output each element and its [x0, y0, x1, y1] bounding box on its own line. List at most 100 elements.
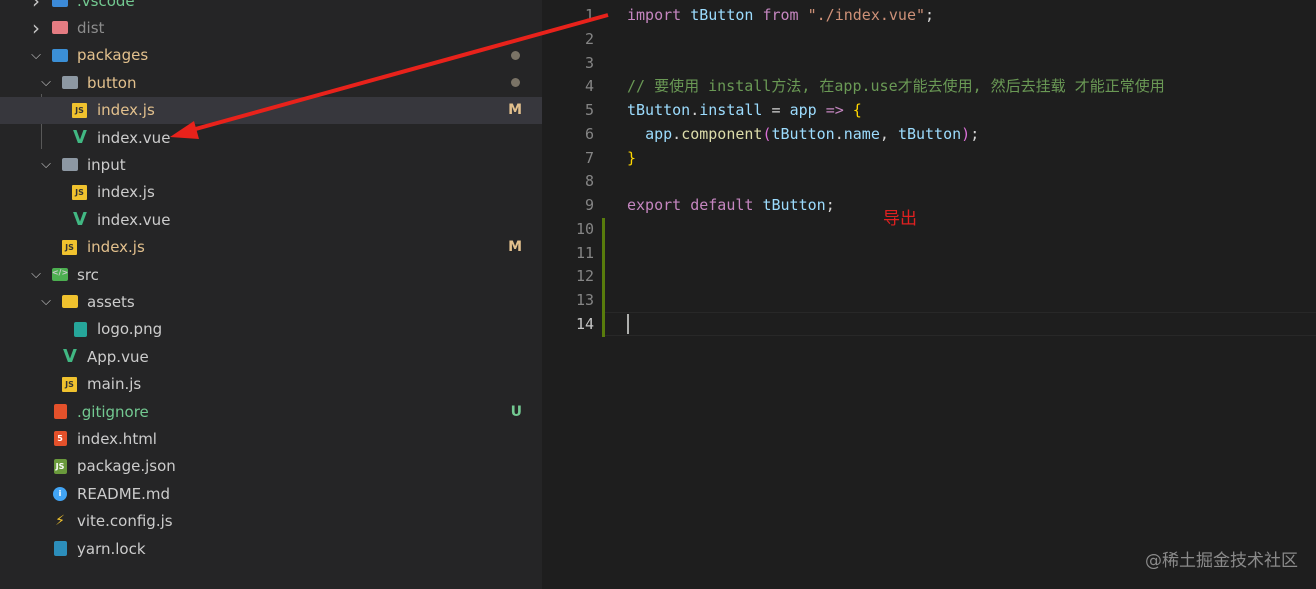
vue-file-icon: V — [63, 346, 77, 368]
explorer-item-label: package.json — [77, 457, 176, 476]
code-token: default — [690, 196, 754, 215]
line-number: 9 — [584, 196, 594, 215]
explorer-item[interactable]: JS main.js — [0, 371, 542, 398]
code-token: ) — [961, 124, 971, 143]
explorer-item-label: button — [87, 73, 137, 92]
git-status-badge: M — [508, 102, 522, 119]
vite-file-icon: ⚡ — [55, 513, 65, 530]
line-number: 3 — [584, 53, 594, 72]
js-file-icon: JS — [62, 376, 77, 392]
line-number: 1 — [584, 6, 594, 24]
code-token: => — [825, 101, 844, 120]
chevron-down-icon[interactable]: ⌵ — [39, 294, 53, 309]
folder-open-icon — [62, 75, 78, 91]
explorer-item-label: index.js — [87, 238, 145, 257]
explorer-item[interactable]: yarn.lock — [0, 535, 542, 562]
git-file-icon — [52, 404, 68, 420]
explorer-item-label: src — [77, 265, 99, 284]
explorer-item[interactable]: .gitignore U — [0, 398, 542, 425]
chevron-down-icon[interactable]: ⌵ — [29, 48, 43, 63]
explorer-item-label: packages — [77, 46, 149, 65]
vscode-folder-icon — [52, 0, 68, 9]
explorer-item[interactable]: ⌵ packages — [0, 42, 542, 69]
explorer-item[interactable]: ⚡ vite.config.js — [0, 508, 542, 535]
line-number: 2 — [584, 29, 594, 48]
code-line[interactable]: } — [627, 146, 636, 170]
chevron-down-icon[interactable]: ⌵ — [29, 267, 43, 282]
line-number: 14 — [575, 315, 594, 333]
code-token: = — [762, 101, 790, 120]
chevron-right-icon[interactable]: › — [29, 16, 43, 40]
explorer-item-label: index.vue — [97, 210, 171, 229]
explorer-item[interactable]: › dist — [0, 14, 542, 41]
code-token: import — [627, 6, 682, 24]
explorer-item[interactable]: V App.vue — [0, 343, 542, 370]
code-editor[interactable]: 导出 1 import tButton from "./index.vue"; 2 3… — [542, 0, 1316, 589]
code-token: . — [672, 124, 682, 143]
code-token: ; — [970, 124, 980, 143]
git-status-badge: U — [510, 403, 522, 420]
explorer-item[interactable]: JS package.json — [0, 453, 542, 480]
chevron-down-icon[interactable]: ⌵ — [39, 75, 53, 90]
explorer-item[interactable]: › .vscode — [0, 0, 542, 14]
code-line[interactable]: // 要使用 install方法, 在app.use才能去使用, 然后去挂载 才… — [627, 74, 1165, 98]
explorer-item-label: main.js — [87, 375, 142, 394]
yarn-file-icon — [52, 541, 68, 557]
code-token: ; — [825, 196, 835, 215]
code-line[interactable]: tButton.install = app => { — [627, 98, 862, 122]
code-token: , — [879, 124, 898, 143]
vue-file-icon: V — [73, 209, 87, 231]
assets-folder-icon — [62, 294, 78, 310]
explorer-item[interactable]: i README.md — [0, 480, 542, 507]
code-token: name — [843, 124, 880, 143]
nodejs-file-icon: JS — [52, 458, 68, 474]
code-token: ; — [925, 6, 935, 24]
code-token: tButton — [762, 196, 826, 215]
code-token: "./index.vue" — [798, 6, 926, 24]
vue-file-icon: V — [73, 127, 87, 148]
code-token: . — [690, 101, 700, 120]
explorer-item[interactable]: JS index.js — [0, 179, 542, 206]
explorer-item[interactable]: Vindex.vue — [0, 124, 542, 151]
folder-open-icon — [62, 157, 78, 173]
explorer-item-label: App.vue — [87, 347, 149, 366]
code-token: { — [852, 101, 862, 120]
explorer-item-label: logo.png — [97, 320, 163, 339]
git-status-badge: M — [508, 239, 522, 256]
line-number: 5 — [584, 101, 594, 120]
js-file-icon: JS — [72, 184, 87, 200]
line-number: 8 — [584, 172, 594, 191]
explorer-item[interactable]: JS index.js M — [0, 96, 542, 124]
code-line[interactable]: app.component(tButton.name, tButton); — [627, 122, 979, 146]
explorer-item-label: index.js — [97, 183, 155, 202]
explorer-item[interactable]: ⌵ input — [0, 151, 542, 178]
code-line[interactable]: import tButton from "./index.vue"; — [627, 3, 934, 27]
code-token: tButton — [771, 124, 835, 143]
chevron-right-icon[interactable]: › — [29, 0, 43, 13]
js-file-icon: JS — [72, 102, 87, 118]
modified-dot-icon — [511, 78, 520, 88]
explorer-item[interactable]: logo.png — [0, 316, 542, 343]
code-token: app — [645, 124, 673, 143]
html-file-icon: 5 — [52, 431, 68, 447]
explorer-item[interactable]: JS index.js M — [0, 234, 542, 261]
code-token: install — [699, 101, 763, 120]
code-token: tButton — [627, 101, 691, 120]
code-token: . — [834, 124, 844, 143]
code-token: from — [762, 6, 799, 24]
explorer-item-label: input — [87, 155, 126, 174]
watermark: @稀土掘金技术社区 — [1145, 551, 1298, 571]
line-number: 10 — [575, 219, 594, 238]
explorer-item[interactable]: ⌵ button — [0, 69, 542, 96]
explorer-item[interactable]: ⌵ </> src — [0, 261, 542, 288]
explorer-item-label: assets — [87, 292, 135, 311]
js-file-icon: JS — [62, 239, 77, 255]
explorer-item[interactable]: Vindex.vue — [0, 206, 542, 233]
dist-folder-icon — [52, 20, 68, 36]
explorer-item[interactable]: 5 index.html — [0, 425, 542, 452]
code-line[interactable]: export default tButton; — [627, 193, 835, 217]
chevron-down-icon[interactable]: ⌵ — [39, 157, 53, 172]
explorer-item[interactable]: ⌵ assets — [0, 288, 542, 315]
